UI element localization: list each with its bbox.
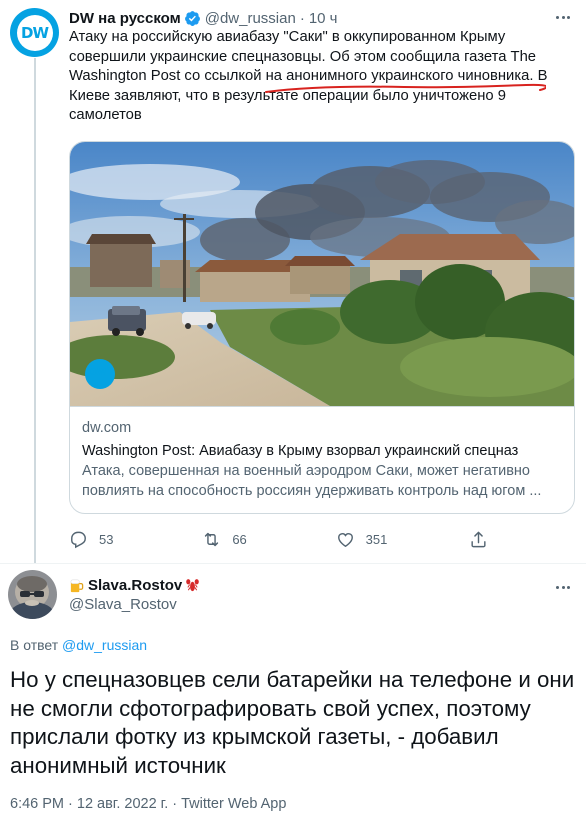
card-dw-logo-icon: DW bbox=[85, 359, 115, 389]
reply-author-handle[interactable]: @Slava_Rostov bbox=[69, 596, 177, 613]
thread-connector-line bbox=[34, 58, 36, 563]
card-description: Атака, совершенная на военный аэродром С… bbox=[82, 463, 542, 499]
beer-emoji-icon bbox=[70, 579, 84, 592]
share-button[interactable] bbox=[469, 528, 499, 550]
share-icon bbox=[471, 531, 486, 547]
avatar-photo bbox=[8, 570, 57, 619]
retweet-count: 66 bbox=[232, 531, 247, 547]
avatar-logo-text: DW bbox=[21, 23, 49, 42]
card-meta: dw.com Washington Post: Авиабазу в Крыму… bbox=[70, 406, 574, 513]
reply-to-mention-link[interactable]: @dw_russian bbox=[62, 637, 147, 653]
reply-text: Но у спецназовцев сели батарейки на теле… bbox=[10, 667, 575, 778]
more-icon[interactable] bbox=[552, 8, 574, 26]
like-count: 351 bbox=[365, 531, 388, 547]
card-domain: dw.com bbox=[82, 420, 132, 436]
tweet-timestamp[interactable]: 6:46 PM · 12 авг. 2022 г. · Twitter Web … bbox=[10, 796, 286, 812]
verified-badge-icon bbox=[184, 10, 200, 26]
tweet-main[interactable]: DW DW на русском @dw_russian · 10 ч Атак… bbox=[0, 0, 586, 563]
author-handle[interactable]: @dw_russian bbox=[205, 10, 296, 27]
reply-button[interactable]: 53 bbox=[69, 528, 202, 550]
tweet-header: DW на русском @dw_russian · 10 ч bbox=[69, 7, 338, 29]
tweet-time[interactable]: 10 ч bbox=[309, 10, 338, 27]
header-separator: · bbox=[299, 9, 305, 27]
tweet-divider bbox=[0, 563, 586, 564]
link-preview-card[interactable]: DW dw.com Washington Post: Авиабазу в Кр… bbox=[69, 141, 575, 514]
card-title[interactable]: Washington Post: Авиабазу в Крыму взорва… bbox=[82, 441, 562, 461]
reply-author-row: Slava.Rostov bbox=[69, 575, 200, 595]
reply-author-name[interactable]: Slava.Rostov bbox=[88, 577, 182, 594]
card-photo-smoke-over-village bbox=[70, 142, 574, 406]
retweet-button[interactable]: 66 bbox=[202, 528, 335, 550]
reply-prefix: В ответ bbox=[10, 637, 59, 653]
replying-to: В ответ @dw_russian bbox=[10, 637, 147, 653]
card-dw-logo-inner: DW bbox=[88, 362, 112, 386]
avatar[interactable] bbox=[8, 570, 57, 619]
lobster-emoji-icon bbox=[186, 578, 199, 591]
tweet-text: Атаку на российскую авиабазу "Саки" в ок… bbox=[69, 29, 548, 123]
tweet-actions: 53 66 351 bbox=[69, 528, 499, 550]
reply-count: 53 bbox=[99, 531, 114, 547]
dw-logo-icon: DW bbox=[16, 14, 53, 51]
card-logo-text: DW bbox=[88, 367, 106, 378]
like-button[interactable]: 351 bbox=[336, 528, 469, 550]
like-icon bbox=[337, 532, 353, 547]
more-icon[interactable] bbox=[552, 578, 574, 596]
avatar[interactable]: DW bbox=[10, 8, 59, 57]
author-name[interactable]: DW на русском bbox=[69, 10, 181, 27]
reply-icon bbox=[71, 531, 86, 548]
retweet-icon bbox=[205, 532, 219, 546]
